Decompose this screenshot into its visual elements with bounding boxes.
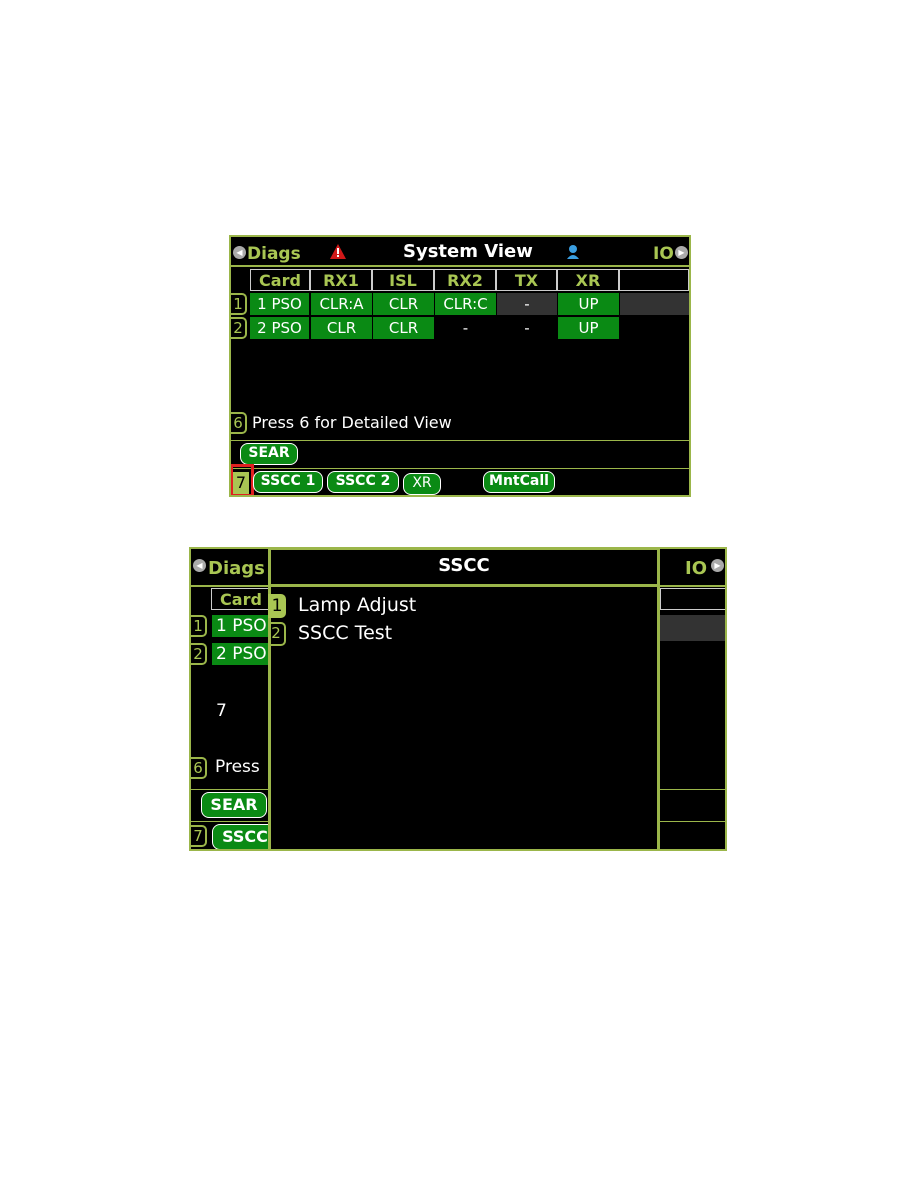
col-tx: TX: [496, 269, 557, 291]
warning-icon: [330, 244, 346, 259]
right-arrow-icon[interactable]: ▶: [675, 246, 688, 259]
xr-button[interactable]: XR: [403, 473, 441, 495]
col-blank: [660, 588, 725, 610]
cell: CLR: [373, 293, 434, 315]
cell: [620, 293, 689, 315]
page-title: System View: [403, 241, 533, 262]
softkey-key[interactable]: 7: [191, 825, 207, 847]
sscc-menu-screen: ◀ Diags Card 1 1 PSO 2 2 PSO 7 6 Press S…: [189, 547, 727, 851]
left-arrow-icon[interactable]: ◀: [193, 559, 206, 572]
cell: CLR:A: [311, 293, 372, 315]
right-arrow-icon[interactable]: ▶: [711, 559, 724, 572]
menu-key: 2: [268, 622, 286, 646]
nav-diags[interactable]: Diags: [247, 244, 301, 264]
cell: [660, 615, 725, 641]
system-view-screen: ◀ Diags System View IO ▶ Card RX1 ISL RX…: [229, 235, 691, 497]
menu-label: SSCC Test: [298, 622, 393, 644]
row-key[interactable]: 1: [191, 615, 207, 637]
divider: [231, 265, 689, 267]
row-key[interactable]: 2: [191, 643, 207, 665]
softkey-key[interactable]: 7: [233, 472, 249, 494]
cell: -: [497, 293, 557, 315]
col-blank: [619, 269, 689, 291]
col-card: Card: [211, 588, 271, 610]
menu-key: 1: [268, 594, 286, 618]
cell[interactable]: 2 PSO: [250, 317, 309, 339]
col-xr: XR: [557, 269, 619, 291]
col-rx1: RX1: [310, 269, 372, 291]
hint-key[interactable]: 6: [231, 412, 247, 434]
cell: -: [524, 319, 530, 337]
col-isl: ISL: [372, 269, 434, 291]
nav-io[interactable]: IO: [685, 558, 707, 579]
nav-io[interactable]: IO: [653, 244, 674, 264]
cell: CLR: [373, 317, 434, 339]
menu-label: Lamp Adjust: [298, 594, 417, 616]
left-arrow-icon[interactable]: ◀: [233, 246, 246, 259]
cell[interactable]: 1 PSO: [212, 615, 276, 637]
row-key[interactable]: 2: [231, 317, 247, 339]
bg-number: 7: [216, 701, 227, 721]
cell: -: [462, 319, 469, 337]
nav-diags[interactable]: Diags: [208, 558, 265, 579]
divider: [271, 584, 657, 587]
cell[interactable]: 2 PSO: [212, 643, 276, 665]
user-icon: [567, 245, 579, 259]
sear-button[interactable]: SEAR: [240, 443, 298, 465]
hint-text: Press 6 for Detailed View: [252, 413, 452, 432]
divider: [231, 468, 689, 469]
cell: CLR: [311, 317, 372, 339]
mntcall-button[interactable]: MntCall: [483, 471, 555, 493]
cell: CLR:C: [435, 293, 496, 315]
popup-title: SSCC: [438, 555, 490, 576]
sear-button[interactable]: SEAR: [201, 792, 267, 818]
cell[interactable]: 1 PSO: [250, 293, 309, 315]
hint-key[interactable]: 6: [191, 757, 207, 779]
col-rx2: RX2: [434, 269, 496, 291]
col-card: Card: [250, 269, 310, 291]
row-key[interactable]: 1: [231, 293, 247, 315]
hint-text: Press: [215, 757, 260, 777]
divider: [231, 440, 689, 441]
sscc-popup: SSCC 1 Lamp Adjust 2 SSCC Test: [268, 549, 660, 849]
sscc1-button[interactable]: SSCC 1: [253, 471, 323, 493]
sscc2-button[interactable]: SSCC 2: [327, 471, 399, 493]
manual-page: ◀ Diags System View IO ▶ Card RX1 ISL RX…: [0, 0, 918, 1188]
cell: UP: [558, 317, 619, 339]
cell: UP: [558, 293, 619, 315]
